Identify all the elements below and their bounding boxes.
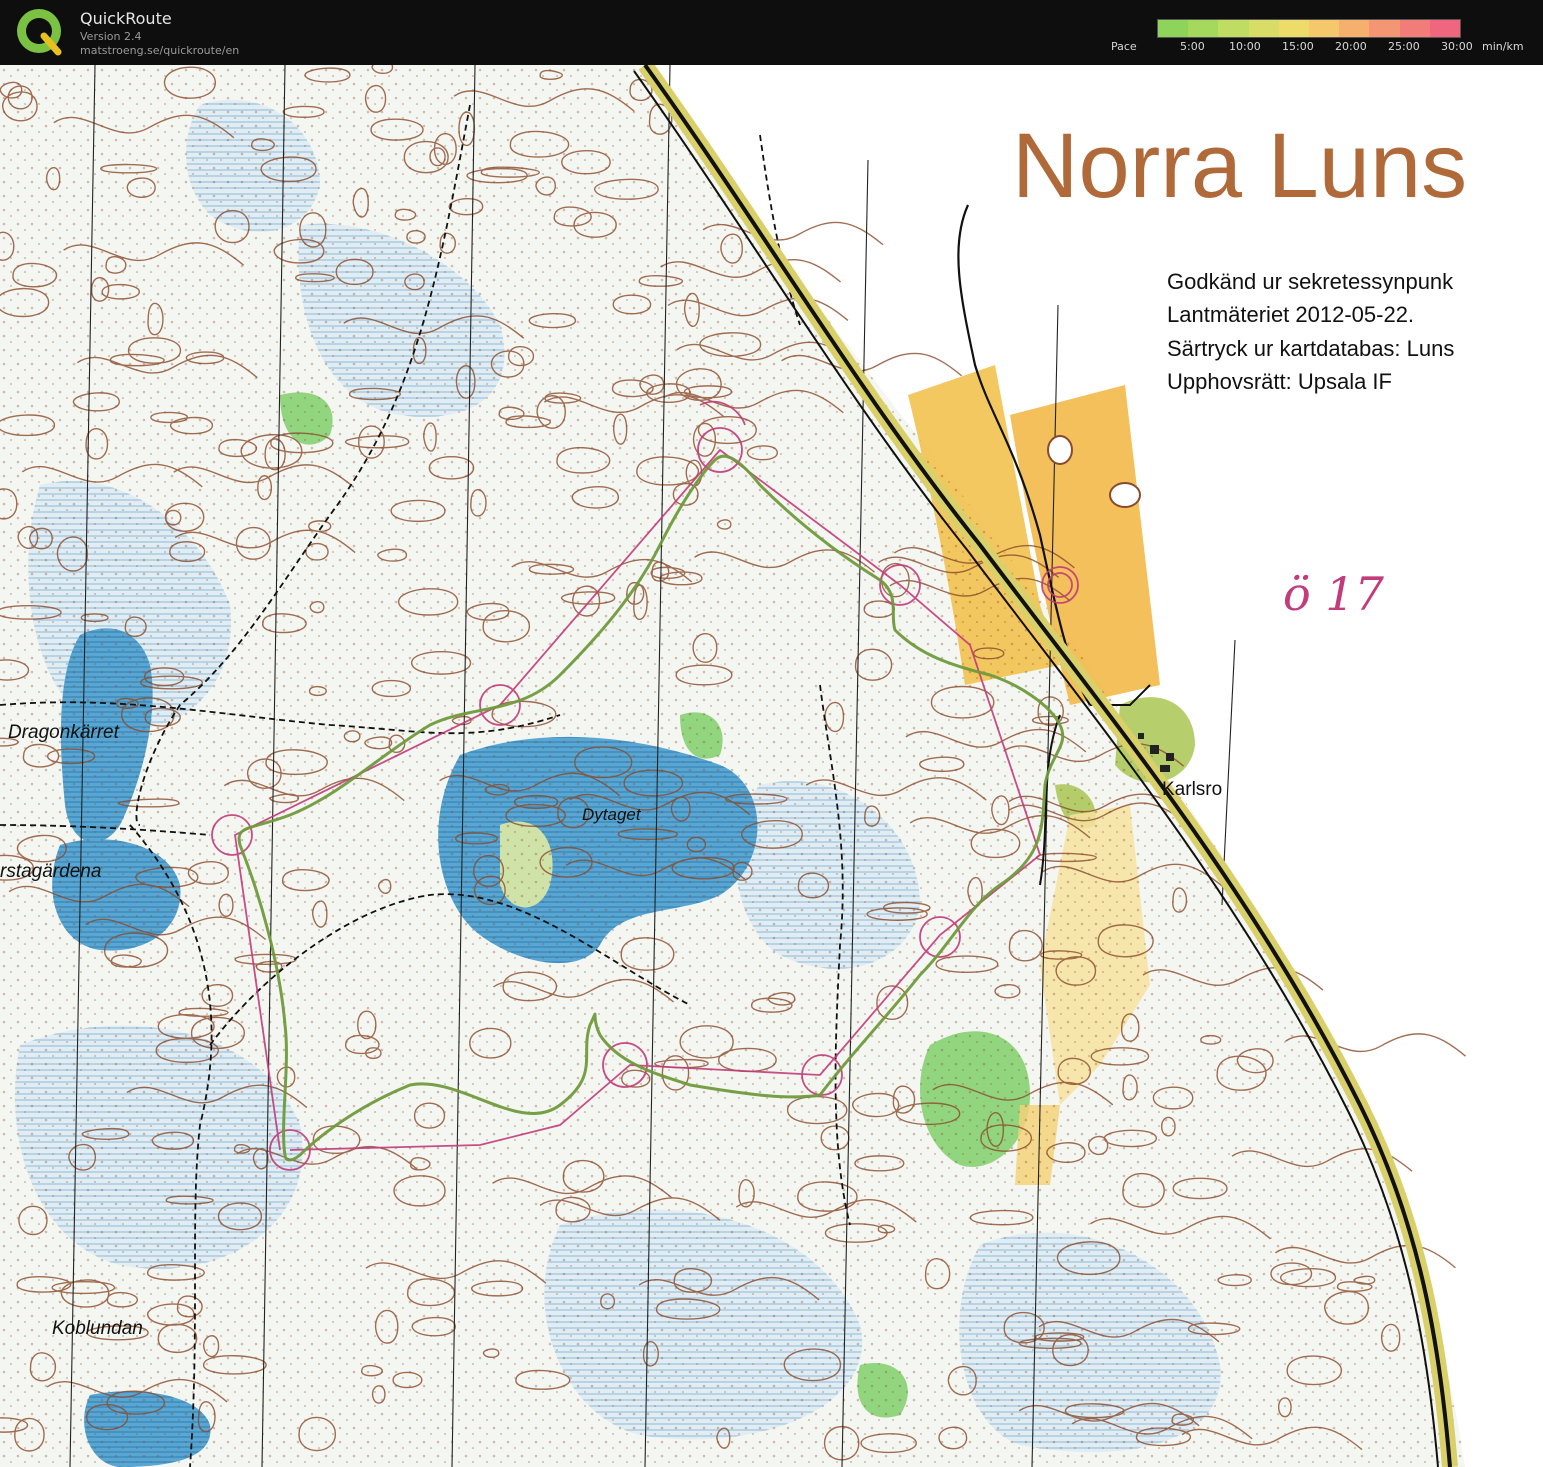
pace-tick: 20:00 — [1335, 40, 1367, 53]
pace-scale-segment — [1158, 20, 1189, 37]
map-canvas[interactable]: Norra Luns Godkänd ur sekretessynpunk La… — [0, 65, 1543, 1467]
pace-tick: 30:00 — [1441, 40, 1473, 53]
approval-line: Upphovsrätt: Upsala IF — [1167, 369, 1392, 394]
app-version: Version 2.4 — [80, 30, 142, 43]
place-name-dragonkarret: Dragonkärret — [8, 722, 120, 743]
place-name-dytaget: Dytaget — [582, 805, 642, 824]
app-name: QuickRoute — [80, 9, 172, 28]
pace-color-scale — [1157, 19, 1461, 38]
pace-scale-segment — [1429, 20, 1461, 37]
pace-scale-segment — [1399, 20, 1430, 37]
approval-line: Särtryck ur kartdatabas: Luns — [1167, 336, 1454, 361]
orienteering-map[interactable]: Norra Luns Godkänd ur sekretessynpunk La… — [0, 65, 1543, 1467]
pace-scale-segment — [1218, 20, 1249, 37]
pace-label: Pace — [1111, 40, 1137, 53]
pace-scale-segment — [1188, 20, 1219, 37]
pace-scale-segment — [1278, 20, 1310, 37]
approval-line: Lantmäteriet 2012-05-22. — [1167, 302, 1414, 327]
app-header: QuickRoute Version 2.4 matstroeng.se/qui… — [0, 0, 1543, 65]
pace-tick: 10:00 — [1229, 40, 1261, 53]
place-name-gardena: rstagärdena — [0, 861, 101, 882]
place-name-koblundan: Koblundan — [52, 1318, 143, 1339]
app-url[interactable]: matstroeng.se/quickroute/en — [80, 44, 239, 57]
pace-unit: min/km — [1482, 40, 1524, 53]
place-name-karlsro: Karlsro — [1162, 779, 1222, 800]
pace-tick: 25:00 — [1388, 40, 1420, 53]
pace-scale-segment — [1369, 20, 1400, 37]
pace-scale-segment — [1339, 20, 1370, 37]
pace-scale-segment — [1309, 20, 1340, 37]
approval-line: Godkänd ur sekretessynpunk — [1167, 269, 1454, 294]
pace-scale-segment — [1248, 20, 1279, 37]
quickroute-logo-icon — [17, 9, 62, 56]
pace-tick: 15:00 — [1282, 40, 1314, 53]
handwritten-note: ö 17 — [1283, 567, 1385, 621]
map-title: Norra Luns — [1012, 115, 1467, 217]
pace-tick: 5:00 — [1180, 40, 1205, 53]
